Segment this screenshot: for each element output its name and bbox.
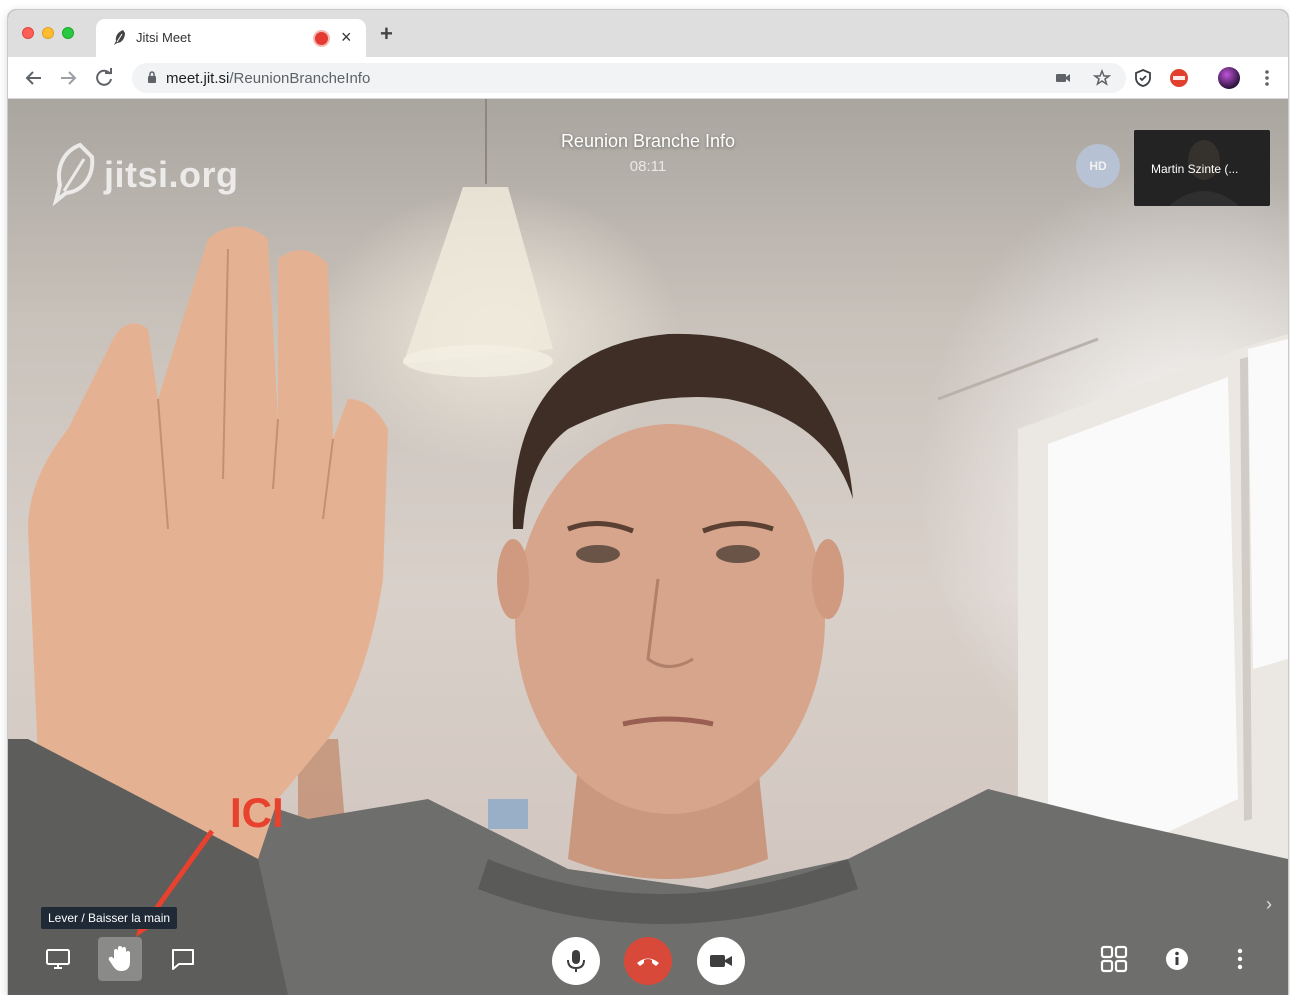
profile-avatar[interactable] <box>1217 66 1241 90</box>
desktop-icon <box>46 949 70 969</box>
raise-hand-tooltip: Lever / Baisser la main <box>41 907 178 929</box>
browser-toolbar: meet.jit.si/ReunionBrancheInfo <box>8 57 1288 99</box>
screen-share-button[interactable] <box>36 937 80 981</box>
hand-icon <box>108 946 130 971</box>
browser-menu-icon[interactable] <box>1256 67 1278 89</box>
close-window-button[interactable] <box>22 27 34 39</box>
back-arrow-icon[interactable] <box>22 66 46 90</box>
camera-video <box>8 99 1288 995</box>
new-tab-button[interactable]: + <box>380 23 393 45</box>
jitsi-favicon-icon <box>114 30 125 45</box>
camera-in-use-icon[interactable] <box>1054 69 1072 87</box>
hangup-button[interactable] <box>624 937 672 985</box>
microphone-button[interactable] <box>552 937 600 985</box>
forward-arrow-icon[interactable] <box>56 66 80 90</box>
recording-indicator-icon <box>315 32 328 45</box>
browser-window: Jitsi Meet × + meet.jit.si/ReunionBranch… <box>8 10 1288 995</box>
tab-close-button[interactable]: × <box>341 27 352 47</box>
participant-avatar[interactable]: HD <box>1076 144 1120 188</box>
participant-thumbnail[interactable]: Martin Szinte (... <box>1134 130 1270 206</box>
address-bar[interactable]: meet.jit.si/ReunionBrancheInfo <box>132 63 1126 93</box>
browser-tab[interactable]: Jitsi Meet × <box>96 19 366 57</box>
raise-hand-button[interactable] <box>98 937 142 981</box>
bookmark-star-icon[interactable] <box>1093 69 1111 87</box>
chevron-right-icon[interactable]: › <box>1266 894 1272 915</box>
minimize-window-button[interactable] <box>42 27 54 39</box>
chat-icon <box>172 949 194 970</box>
url-text: meet.jit.si/ReunionBrancheInfo <box>166 70 370 87</box>
video-stage[interactable]: jitsi.org Reunion Branche Info 08:11 HD … <box>8 99 1288 995</box>
more-vertical-icon <box>1237 948 1243 970</box>
url-host: meet.jit.si <box>166 70 230 87</box>
reload-icon[interactable] <box>92 66 116 90</box>
phone-hangup-icon <box>637 958 659 966</box>
tab-title: Jitsi Meet <box>136 30 191 45</box>
annotation-label: ICI <box>230 789 284 836</box>
participant-name: Martin Szinte (... <box>1151 162 1239 176</box>
lock-icon <box>148 71 156 83</box>
adblock-extension-icon[interactable] <box>1168 67 1190 89</box>
more-options-button[interactable] <box>1218 937 1262 981</box>
url-path: /ReunionBrancheInfo <box>229 70 371 87</box>
camera-icon <box>710 955 732 967</box>
zoom-window-button[interactable] <box>62 27 74 39</box>
info-button[interactable] <box>1155 937 1199 981</box>
camera-button[interactable] <box>697 937 745 985</box>
chat-button[interactable] <box>161 937 205 981</box>
tab-strip: Jitsi Meet × + <box>8 10 1288 57</box>
grid-icon <box>1100 945 1128 973</box>
microphone-icon <box>567 950 585 972</box>
shield-extension-icon[interactable] <box>1132 67 1154 89</box>
info-icon <box>1166 948 1188 970</box>
tile-view-button[interactable] <box>1092 937 1136 981</box>
